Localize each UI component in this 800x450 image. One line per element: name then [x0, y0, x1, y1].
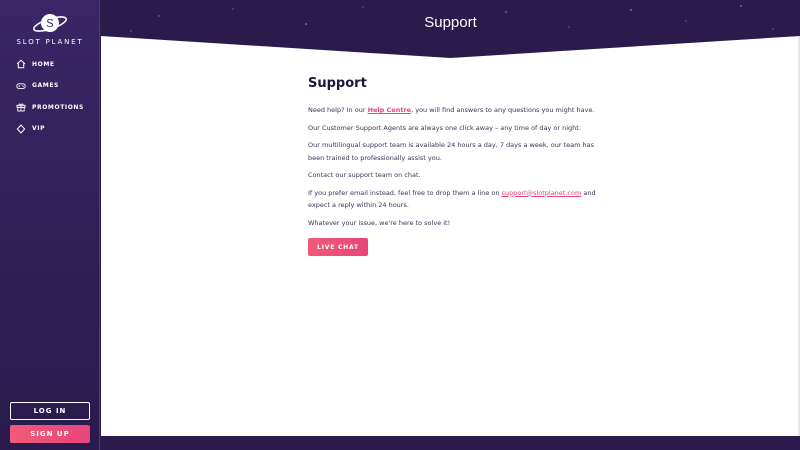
- diamond-icon: [16, 123, 26, 134]
- paragraph-agents: Our Customer Support Agents are always o…: [308, 123, 581, 132]
- sidebar-item-label: VIP: [32, 125, 46, 132]
- sidebar-nav: HOME GAMES PROMOTIONS VIP: [16, 57, 84, 143]
- main-content: Support Need help? In our Help Centre, y…: [101, 36, 800, 436]
- signup-button[interactable]: SIGN UP: [10, 425, 90, 443]
- sidebar-item-label: GAMES: [32, 82, 59, 89]
- sidebar-item-promotions[interactable]: PROMOTIONS: [16, 100, 84, 114]
- article-heading: Support: [308, 76, 367, 91]
- brand-logo[interactable]: S SLOT PLANET: [0, 12, 100, 46]
- paragraph-text: , you will find answers to any questions…: [411, 106, 595, 114]
- sidebar-item-label: PROMOTIONS: [32, 103, 84, 111]
- paragraph-text: Need help? In our: [308, 106, 368, 114]
- footer-strip: [101, 436, 800, 450]
- paragraph-contact: Contact our support team on chat.: [308, 171, 421, 179]
- help-centre-link[interactable]: Help Centre: [368, 106, 412, 114]
- paragraph-text: If you prefer email instead, feel free t…: [308, 188, 502, 197]
- sidebar-item-label: HOME: [32, 60, 55, 68]
- sidebar-item-home[interactable]: HOME: [16, 57, 84, 71]
- gift-icon: [16, 103, 26, 112]
- paragraph-help: Need help? In our Help Centre, you will …: [308, 104, 608, 117]
- support-email-link[interactable]: support@slotplanet.com: [502, 189, 582, 197]
- page-title: Support: [424, 14, 477, 31]
- home-icon: [16, 59, 26, 69]
- paragraph-closing: Whatever your issue, we're here to solve…: [308, 218, 451, 227]
- brand-name: SLOT PLANET: [16, 38, 84, 46]
- sidebar-item-games[interactable]: GAMES: [16, 79, 84, 93]
- sidebar: S SLOT PLANET HOME GAMES PROMOTIONS VIP …: [0, 0, 100, 450]
- live-chat-button[interactable]: LIVE CHAT: [308, 238, 368, 256]
- paragraph-multilingual: Our multilingual support team is availab…: [308, 141, 594, 162]
- planet-logo-icon: S: [32, 14, 68, 32]
- paragraph-email: If you prefer email instead, feel free t…: [308, 187, 608, 212]
- svg-text:S: S: [46, 17, 54, 30]
- sidebar-item-vip[interactable]: VIP: [16, 122, 84, 136]
- login-button[interactable]: LOG IN: [10, 402, 90, 420]
- support-article: Support Need help? In our Help Centre, y…: [308, 76, 608, 256]
- gamepad-icon: [16, 82, 26, 89]
